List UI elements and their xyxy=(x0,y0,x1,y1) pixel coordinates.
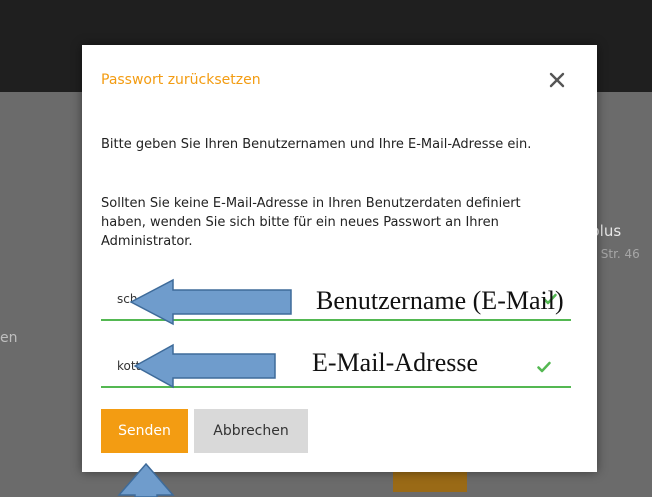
annotation-username-label: Benutzername (E-Mail) xyxy=(316,286,564,315)
background-sidebar-text: en xyxy=(0,330,18,346)
reset-password-dialog: Passwort zurücksetzen Bitte geben Sie Ih… xyxy=(82,45,597,472)
dialog-title: Passwort zurücksetzen xyxy=(101,72,261,88)
annotation-arrow-email xyxy=(133,343,276,389)
close-icon[interactable] xyxy=(545,67,569,93)
dialog-instructions: Bitte geben Sie Ihren Benutzernamen und … xyxy=(101,137,532,152)
send-button[interactable]: Senden xyxy=(101,409,188,453)
annotation-arrow-send xyxy=(117,462,175,497)
dialog-admin-note: Sollten Sie keine E-Mail-Adresse in Ihre… xyxy=(101,196,521,249)
annotation-arrow-username xyxy=(129,278,292,326)
cancel-button[interactable]: Abbrechen xyxy=(194,409,308,453)
background-right-address: r Str. 46 xyxy=(592,247,640,261)
check-icon xyxy=(537,361,551,373)
annotation-email-label: E-Mail-Adresse xyxy=(312,348,479,377)
